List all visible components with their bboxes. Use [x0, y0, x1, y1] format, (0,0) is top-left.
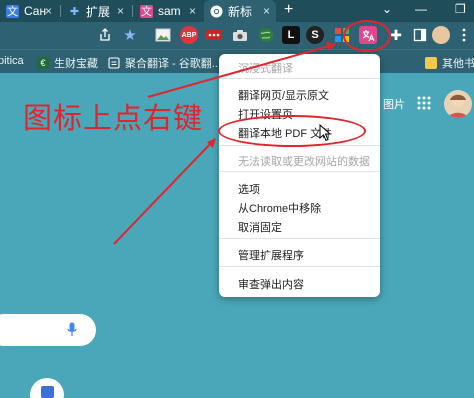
minimize-button[interactable]: — — [415, 2, 427, 16]
profile-avatar-icon[interactable] — [432, 26, 450, 44]
folder-icon — [425, 57, 437, 69]
share-icon[interactable] — [96, 26, 114, 44]
bookmark-other-folder[interactable]: 其他书签 — [425, 55, 474, 71]
sheng-cai-icon: € — [37, 57, 49, 69]
abp-icon[interactable]: ABP — [180, 26, 198, 44]
tab-search-chevron-icon[interactable]: ⌄ — [382, 2, 392, 16]
puzzle-icon: ✚ — [69, 5, 80, 18]
shortcut-icon — [41, 386, 54, 398]
new-tab-button[interactable]: + — [284, 1, 293, 19]
microphone-icon[interactable] — [67, 322, 77, 338]
menu-item-translate-page[interactable]: 翻译网页/显示原文 — [238, 87, 329, 103]
highlight-ring-pdf-item — [218, 115, 366, 147]
globe-extension-icon[interactable] — [257, 26, 275, 44]
restore-button[interactable]: ❐ — [455, 2, 466, 16]
close-icon[interactable]: × — [189, 4, 196, 18]
more-menu-icon[interactable] — [455, 26, 473, 44]
s-extension-icon[interactable]: S — [306, 26, 324, 44]
bookmark-sheng-cai[interactable]: € 生财宝藏 — [37, 55, 98, 71]
chrome-icon — [210, 5, 223, 18]
close-icon[interactable]: × — [117, 4, 124, 18]
menu-item-remove-from-chrome[interactable]: 从Chrome中移除 — [238, 200, 321, 216]
menu-header-extension-name[interactable]: 沉浸式翻译 — [238, 60, 293, 76]
bookmark-label: 聚合翻译 - 谷歌翻... — [125, 58, 221, 70]
search-box[interactable] — [0, 314, 96, 346]
bookmark-translate[interactable]: 聚合翻译 - 谷歌翻... — [108, 55, 221, 71]
dots-extension-icon[interactable] — [205, 26, 223, 44]
tab-4-active[interactable]: 新标 × — [204, 0, 276, 22]
menu-item-options[interactable]: 选项 — [238, 181, 260, 197]
apps-grid-icon[interactable] — [417, 96, 431, 110]
camera-icon[interactable] — [231, 26, 249, 44]
menu-item-site-access: 无法读取或更改网站的数据 — [238, 156, 370, 168]
highlight-ring-extension — [343, 20, 391, 52]
close-icon[interactable]: × — [263, 4, 270, 18]
tab-title: 新标 — [228, 4, 253, 19]
bookmark-label: pitica — [0, 55, 24, 67]
translate-bookmark-icon — [108, 57, 120, 69]
close-icon[interactable]: × — [45, 4, 52, 18]
menu-item-unpin[interactable]: 取消固定 — [238, 219, 282, 235]
toolbar: ★ ABP L S ✚ — [0, 22, 474, 49]
tab-title: 扩展 — [86, 4, 111, 19]
account-avatar[interactable] — [444, 90, 472, 118]
extension-context-menu: 沉浸式翻译 翻译网页/显示原文 打开设置页 翻译本地 PDF 文件 无法读取或更… — [219, 54, 380, 297]
l-extension-icon[interactable]: L — [282, 26, 300, 44]
extension-icon: 文 — [140, 4, 153, 18]
bookmark-label: 生财宝藏 — [54, 58, 98, 70]
tab-title: sam — [158, 4, 181, 18]
tab-strip: 文 Сан × ✚ 扩展 × 文 sam × 新标 × + ⌄ — ❐ — [0, 0, 474, 22]
images-link[interactable]: 图片 — [383, 96, 405, 112]
bookmark-pitica[interactable]: pitica — [0, 55, 24, 67]
bookmark-star-icon[interactable]: ★ — [121, 26, 139, 44]
tab-3[interactable]: 文 sam × — [134, 0, 202, 22]
translate-icon: 文 — [6, 4, 19, 18]
tab-1[interactable]: 文 Сан × — [0, 0, 58, 22]
annotation-text: 图标上点右键 — [23, 101, 204, 135]
menu-item-inspect-popup[interactable]: 审查弹出内容 — [238, 276, 304, 292]
image-extension-icon[interactable] — [154, 26, 172, 44]
bookmark-label: 其他书签 — [442, 58, 474, 70]
menu-item-manage-extensions[interactable]: 管理扩展程序 — [238, 247, 304, 263]
side-panel-icon[interactable] — [411, 26, 429, 44]
tab-2[interactable]: ✚ 扩展 × — [62, 0, 130, 22]
tab-title: Сан — [24, 4, 47, 18]
